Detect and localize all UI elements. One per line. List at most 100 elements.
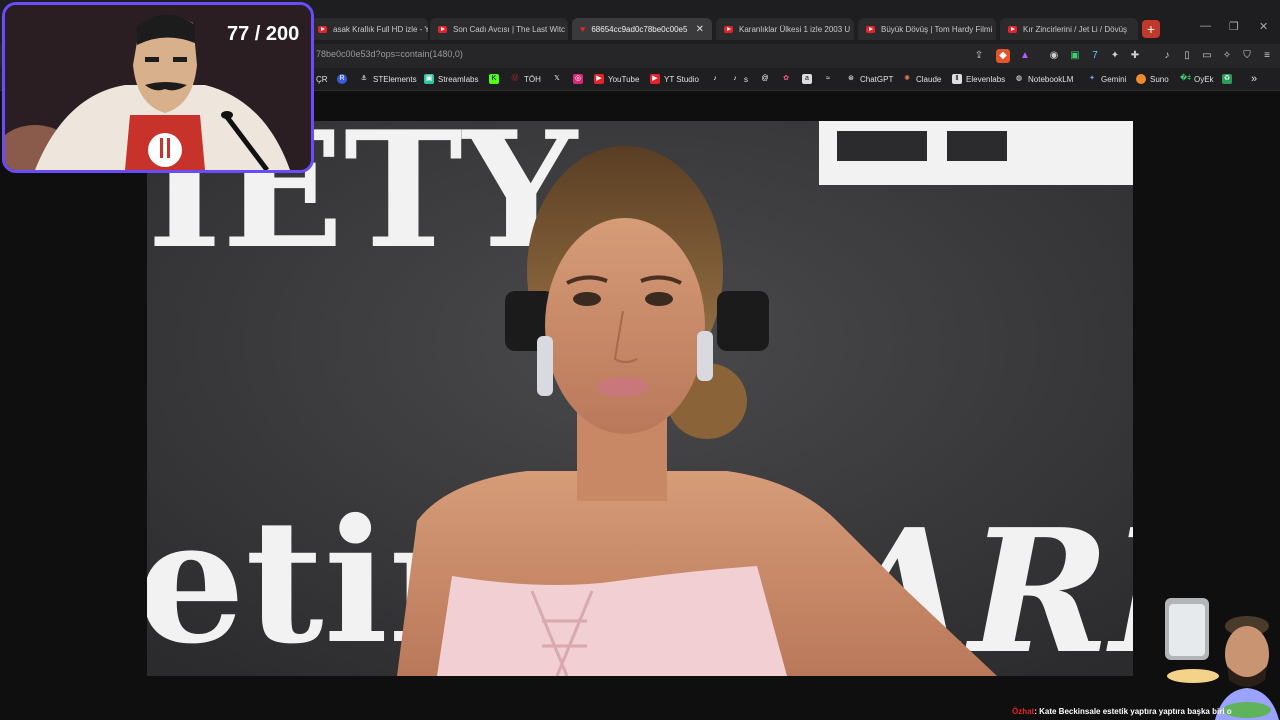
oyek-icon: �ǂ (1180, 75, 1192, 82)
tab-image-active[interactable]: ♥ 68654cc9ad0c78be0c00e5 ✕ (572, 18, 712, 40)
bookmark-claude[interactable]: ✺ Claude (902, 72, 941, 86)
tab-last-witch[interactable]: Son Cadı Avcısı | The Last Witc (430, 18, 568, 40)
bookmark-toh[interactable]: Ⓤ TÖH (510, 72, 541, 86)
bookmark-kick[interactable]: K (489, 72, 503, 86)
leo-icon[interactable]: ✧ (1220, 49, 1234, 63)
tab-karanliklar[interactable]: Karanlıklar Ülkesi 1 izle 2003 U (716, 18, 854, 40)
new-tab-button[interactable]: + (1142, 20, 1160, 38)
bookmark-label: TÖH (524, 74, 541, 84)
bookmark-label: STElements (373, 74, 417, 84)
chest-emblem-detail (160, 138, 163, 158)
tiktok-icon: ♪ (733, 75, 737, 82)
youtube-icon (1008, 25, 1017, 33)
bookmark-label: Gemini (1101, 74, 1127, 84)
flower-icon: ✿ (783, 75, 789, 82)
bookmark-instagram[interactable]: ◎ (573, 72, 587, 86)
restore-icon[interactable]: ❐ (1229, 20, 1239, 33)
vpn-icon[interactable]: ⛉ (1240, 49, 1254, 63)
extension-icon[interactable]: ✦ (1108, 49, 1122, 63)
more-bookmarks-button[interactable]: » (1251, 72, 1257, 86)
bookmark-label: ÇR (316, 74, 328, 84)
wallet-icon[interactable]: ▭ (1200, 49, 1214, 63)
threads-icon: @ (761, 75, 769, 82)
puzzle-icon[interactable]: ✚ (1128, 49, 1142, 63)
streamer-overlay-card: 77 / 200 (2, 2, 314, 173)
tab-kir-zincirlerini[interactable]: Kır Zincirlerini / Jet Li / Dövüş (1000, 18, 1138, 40)
youtube-icon: ▶ (594, 74, 604, 84)
tab-label: Karanlıklar Ülkesi 1 izle 2003 U (739, 24, 851, 34)
amazon-icon: a (802, 74, 812, 84)
close-window-icon[interactable]: ✕ (1259, 20, 1268, 33)
bookmark-streamlabs[interactable]: ▣ Streamlabs (424, 72, 478, 86)
bookmark-chatgpt[interactable]: ⊛ ChatGPT (846, 72, 893, 86)
bookmark-stelements[interactable]: ⚓ STElements (359, 72, 417, 86)
bookmark-amazon[interactable]: a (802, 72, 816, 86)
bookmark-youtube[interactable]: ▶ YouTube (594, 72, 639, 86)
bookmark-label: s (744, 74, 748, 84)
bookmark-cr[interactable]: ÇR (316, 72, 328, 86)
bookmark-pink[interactable]: ✿ (781, 72, 795, 86)
bookmark-yt-studio[interactable]: ▶ YT Studio (650, 72, 699, 86)
earring-left (537, 336, 553, 396)
face (545, 218, 705, 434)
bookmark-label: Claude (916, 74, 942, 84)
more-bookmarks-icon: » (1251, 73, 1258, 85)
extension-icon[interactable]: ◉ (1047, 49, 1061, 63)
microphone-icon (221, 111, 233, 119)
bookmark-elevenlabs[interactable]: Ⅱ Elevenlabs (952, 72, 1005, 86)
x-icon: 𝕏 (554, 75, 560, 82)
bookmark-zigzag[interactable]: ≈ (823, 72, 837, 86)
close-icon[interactable]: ✕ (690, 24, 704, 35)
bookmark-label: OyEk (1194, 74, 1214, 84)
bookmark-gemini[interactable]: ✦ Gemini (1087, 72, 1126, 86)
bookmark-label: NotebookLM (1028, 74, 1074, 84)
earring-right (697, 331, 713, 381)
tab-kralik[interactable]: asak Krallık Full HD izle - YouT (310, 18, 428, 40)
chatgpt-icon: ⊛ (848, 75, 854, 82)
elevenlabs-icon: Ⅱ (952, 74, 962, 84)
bookmark-recycle[interactable]: ♻ (1222, 72, 1236, 86)
claude-icon: ✺ (904, 75, 910, 82)
bookmark-tiktok[interactable]: ♪ (710, 72, 724, 86)
music-icon[interactable]: ♪ (1160, 49, 1174, 63)
yt-studio-icon: ▶ (650, 74, 660, 84)
youtube-icon (438, 25, 447, 33)
suno-icon (1136, 74, 1146, 84)
tab-buyuk-dovus[interactable]: Büyük Dövüş | Tom Hardy Filmi (858, 18, 996, 40)
bookmark-label: Suno (1150, 74, 1169, 84)
toh-icon: Ⓤ (511, 75, 519, 82)
bookmark-suno[interactable]: Suno (1136, 72, 1169, 86)
bookmark-label: YouTube (608, 74, 640, 84)
chat-message: : Kate Beckinsale estetik yaptıra yaptır… (1034, 707, 1232, 716)
youtube-icon (866, 25, 875, 33)
bookmark-notebooklm[interactable]: ◍ NotebookLM (1014, 72, 1073, 86)
chat-ticker: Özhat: Kate Beckinsale estetik yaptıra y… (1012, 707, 1232, 716)
brave-rewards-icon[interactable]: ▲ (1018, 49, 1032, 63)
lips (597, 377, 649, 397)
portrait-photo: IETY etim ARI (147, 121, 1133, 676)
extension-icon[interactable]: 7 (1088, 49, 1102, 63)
tab-label: Kır Zincirlerini / Jet Li / Dövüş (1023, 24, 1128, 34)
sidebar-icon[interactable]: ▯ (1180, 49, 1194, 63)
share-icon[interactable]: ⇪ (972, 49, 986, 63)
minimize-icon[interactable]: — (1200, 20, 1211, 32)
bookmark-r[interactable]: R (337, 72, 351, 86)
right-eye (645, 292, 673, 306)
bookmark-oyek[interactable]: �ǂ OyEk (1180, 72, 1214, 86)
url-text[interactable]: 78be0c00e53d?ops=contain(1480,0) (316, 49, 463, 59)
bookmark-tiktok-s[interactable]: ♪ s (730, 72, 748, 86)
tab-label: asak Krallık Full HD izle - YouT (333, 24, 428, 34)
bookmark-label: ChatGPT (860, 74, 894, 84)
bookmark-threads[interactable]: @ (760, 72, 774, 86)
r-icon: R (337, 74, 347, 84)
heart-icon: ♥ (580, 24, 586, 34)
instagram-icon: ◎ (573, 74, 583, 84)
hair-bow-right (717, 291, 769, 351)
bookmark-x[interactable]: 𝕏 (552, 72, 566, 86)
displayed-image: IETY etim ARI (147, 121, 1133, 676)
youtube-icon (318, 25, 327, 33)
extension-icon[interactable]: ▣ (1068, 49, 1082, 63)
tab-label: 68654cc9ad0c78be0c00e5 (591, 24, 688, 34)
menu-icon[interactable]: ≡ (1260, 49, 1274, 63)
brave-shield-icon[interactable]: ◆ (996, 49, 1010, 63)
